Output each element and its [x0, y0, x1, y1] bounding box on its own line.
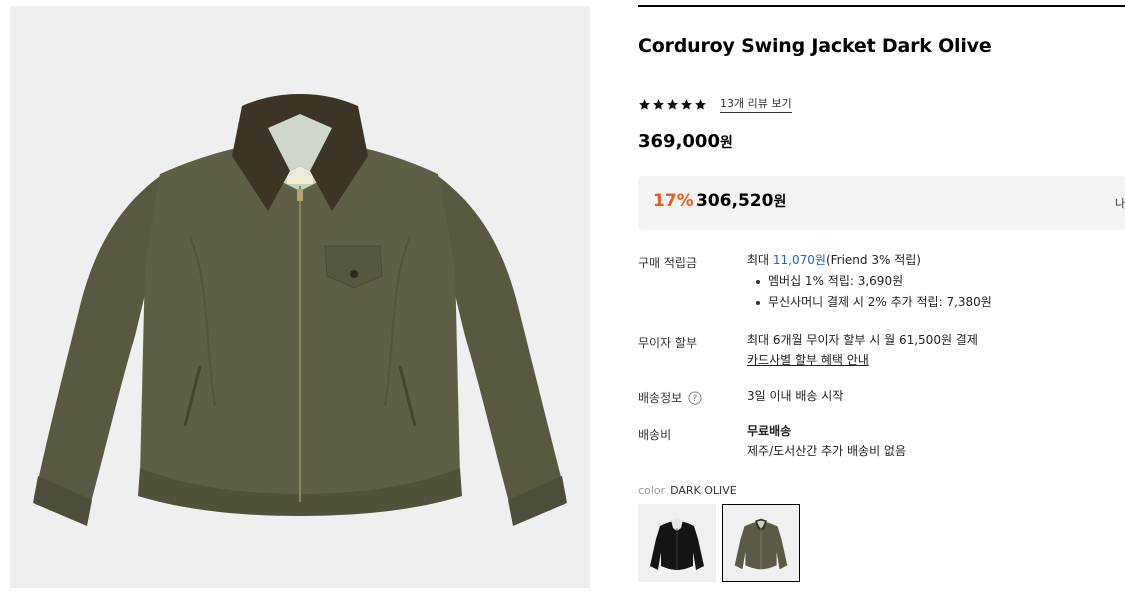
rating-stars — [638, 98, 707, 111]
points-list: 멤버십 1% 적립: 3,690원 무신사머니 결제 시 2% 추가 적립: 7… — [747, 271, 992, 313]
installment-label: 무이자 할부 — [638, 336, 698, 350]
list-item: 무신사머니 결제 시 2% 추가 적립: 7,380원 — [747, 292, 992, 313]
review-link[interactable]: 13개 리뷰 보기 — [720, 95, 792, 113]
olive-jacket-thumbnail — [723, 505, 799, 581]
installment-value: 최대 6개월 무이자 할부 시 월 61,500원 결제 카드사별 할부 혜택 … — [747, 330, 978, 370]
points-max-amount: 11,070원 — [772, 253, 826, 267]
shipping-fee-value: 무료배송 제주/도서산간 추가 배송비 없음 — [747, 421, 906, 461]
rating: 13개 리뷰 보기 — [638, 95, 792, 113]
price-currency: 원 — [719, 135, 733, 151]
price-amount: 369,000 — [638, 131, 720, 152]
installment-text: 최대 6개월 무이자 할부 시 월 61,500원 결제 — [747, 333, 978, 347]
black-jacket-thumbnail — [638, 504, 716, 582]
installment-link[interactable]: 카드사별 할부 혜택 안내 — [747, 350, 978, 370]
divider — [638, 5, 1125, 7]
product-title: Corduroy Swing Jacket Dark Olive — [638, 35, 992, 57]
discount-amount: 306,520 — [696, 191, 774, 211]
jacket-image — [33, 94, 567, 526]
color-option-dark-olive[interactable] — [722, 504, 800, 582]
shipping-fee-label: 배송비 — [638, 428, 672, 442]
original-price: 369,000원 — [638, 131, 733, 152]
color-label-value: DARK OLIVE — [670, 484, 737, 497]
shipping-fee-text: 무료배송 — [747, 424, 792, 438]
color-option-black[interactable] — [638, 504, 716, 582]
shipping-info-value: 3일 이내 배송 시작 — [747, 389, 844, 403]
product-info: Corduroy Swing Jacket Dark Olive 13개 리뷰 … — [638, 0, 1125, 594]
list-item: 멤버십 1% 적립: 3,690원 — [747, 271, 992, 292]
discount-box: 17% 306,520원 나 — [638, 176, 1125, 230]
points-label: 구매 적립금 — [638, 256, 698, 270]
points-value: 최대 11,070원(Friend 3% 적립) 멤버십 1% 적립: 3,69… — [747, 250, 992, 313]
shipping-fee-subtext: 제주/도서산간 추가 배송비 없음 — [747, 444, 907, 458]
discount-price: 306,520원 — [696, 191, 786, 211]
star-icon — [667, 98, 678, 110]
shipping-info-label-text: 배송정보 — [638, 391, 683, 405]
svg-text:?: ? — [693, 394, 698, 404]
color-label: color DARK OLIVE — [638, 484, 737, 497]
discount-currency: 원 — [773, 194, 787, 210]
points-max-suffix: (Friend 3% 적립) — [825, 253, 921, 267]
points-max-prefix: 최대 — [747, 253, 773, 267]
discount-percent: 17% — [653, 191, 694, 211]
star-icon — [653, 98, 664, 110]
help-icon[interactable]: ? — [688, 390, 702, 405]
shipping-info-label: 배송정보 ? — [638, 389, 702, 406]
color-label-key: color — [638, 484, 666, 497]
star-icon — [695, 98, 706, 110]
product-image — [10, 6, 590, 588]
star-icon — [681, 98, 692, 110]
discount-side-text: 나 — [1115, 197, 1125, 210]
star-icon — [639, 98, 650, 110]
points-max: 최대 11,070원(Friend 3% 적립) — [747, 250, 992, 270]
